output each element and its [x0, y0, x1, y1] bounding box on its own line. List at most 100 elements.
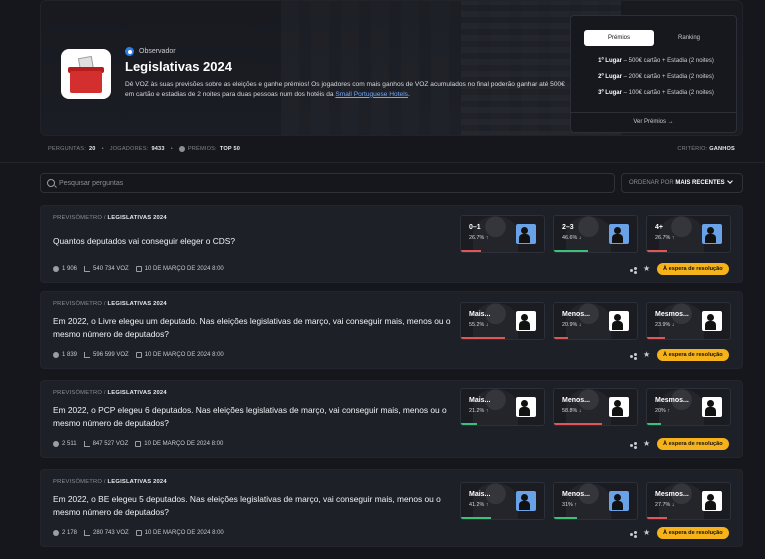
breadcrumb-current[interactable]: LEGISLATIVAS 2024: [108, 479, 167, 485]
trend-bar: [461, 423, 477, 425]
party-icon: [609, 311, 629, 331]
status-badge: À espera de resolução: [657, 527, 729, 539]
prize-row: 1º Lugar – 500€ cartão + Estadia (2 noit…: [598, 58, 714, 64]
voz-amount: 540 734 VOZ: [93, 266, 129, 272]
breadcrumb-current[interactable]: LEGISLATIVAS 2024: [108, 301, 167, 307]
share-icon[interactable]: [630, 353, 637, 360]
user-icon: [53, 441, 59, 447]
breadcrumb-current[interactable]: LEGISLATIVAS 2024: [108, 215, 167, 221]
chart-icon: [84, 530, 91, 536]
prize-row: 2º Lugar – 200€ cartão + Estadia (2 noit…: [598, 74, 714, 80]
question-card[interactable]: PREVISÓMETRO / LEGISLATIVAS 2024 Em 2022…: [40, 291, 743, 369]
answer-option[interactable]: Mais... 21.2% ↑: [460, 388, 545, 426]
option-percent: 26.7% ↑: [469, 235, 489, 241]
question-text[interactable]: Em 2022, o PCP elegeu 6 deputados. Nas e…: [53, 404, 453, 430]
breadcrumb-root[interactable]: PREVISÓMETRO: [53, 390, 102, 396]
page-title: Legislativas 2024: [125, 59, 232, 74]
question-date: 10 DE MARÇO DE 2024 8:00: [144, 530, 224, 536]
answer-option[interactable]: 4+ 26.7% ↑: [646, 215, 731, 253]
answer-option[interactable]: Menos... 20.9% ↓: [553, 302, 638, 340]
voz-amount: 596 599 VOZ: [93, 352, 129, 358]
candidate-photo: [566, 216, 611, 252]
trophy-icon: [178, 146, 185, 152]
candidate-photo: [473, 216, 518, 252]
party-icon: [516, 311, 536, 331]
star-icon[interactable]: ★: [643, 439, 650, 448]
tab-ranking[interactable]: Ranking: [654, 30, 724, 46]
trend-bar: [647, 517, 667, 519]
prizes-count: TOP 50: [219, 146, 241, 152]
trend-bar: [554, 250, 588, 252]
breadcrumb: PREVISÓMETRO / LEGISLATIVAS 2024: [53, 479, 167, 485]
share-icon[interactable]: [630, 531, 637, 538]
answer-option[interactable]: Mais... 41.2% ↑: [460, 482, 545, 520]
players-count: 9433: [151, 146, 165, 152]
calendar-icon: [135, 530, 142, 536]
answer-option[interactable]: Mesmos... 20% ↑: [646, 388, 731, 426]
event-stats: PERGUNTAS: 20 • JOGADORES: 9433 • PRÉMIOS: TO…: [48, 146, 735, 152]
hero-description: Dê VOZ às suas previsões sobre as eleiçõ…: [125, 81, 565, 98]
user-icon: [53, 352, 59, 358]
answer-option[interactable]: Mais... 55.2% ↓: [460, 302, 545, 340]
candidate-photo: [566, 303, 611, 339]
question-card[interactable]: PREVISÓMETRO / LEGISLATIVAS 2024 Em 2022…: [40, 380, 743, 458]
answer-option[interactable]: Mesmos... 23.9% ↓: [646, 302, 731, 340]
party-icon: [702, 224, 722, 244]
option-percent: 27.7% ↓: [655, 502, 675, 508]
share-icon[interactable]: [630, 442, 637, 449]
players-count: 2 511: [62, 441, 77, 447]
question-text[interactable]: Em 2022, o Livre elegeu um deputado. Nas…: [53, 315, 453, 341]
answer-option[interactable]: Mesmos... 27.7% ↓: [646, 482, 731, 520]
trend-bar: [461, 517, 491, 519]
ballot-box-logo: [61, 49, 111, 99]
share-icon[interactable]: [630, 267, 637, 274]
option-label: Mesmos...: [655, 491, 689, 498]
answer-option[interactable]: 0–1 26.7% ↑: [460, 215, 545, 253]
star-icon[interactable]: ★: [643, 528, 650, 537]
see-prizes-link[interactable]: Ver Prémios →: [571, 119, 736, 125]
prize-row: 3º Lugar – 100€ cartão + Estadia (2 noit…: [598, 90, 714, 96]
answer-option[interactable]: 2–3 46.6% ↓: [553, 215, 638, 253]
answer-option[interactable]: Menos... 31% ↑: [553, 482, 638, 520]
option-percent: 46.6% ↓: [562, 235, 582, 241]
option-label: Mesmos...: [655, 311, 689, 318]
candidate-photo: [659, 216, 704, 252]
publisher-icon: [125, 47, 134, 56]
calendar-icon: [135, 441, 142, 447]
questions-count: 20: [88, 146, 96, 152]
breadcrumb-current[interactable]: LEGISLATIVAS 2024: [108, 390, 167, 396]
star-icon[interactable]: ★: [643, 264, 650, 273]
question-text[interactable]: Quantos deputados vai conseguir eleger o…: [53, 235, 453, 248]
answer-option[interactable]: Menos... 58.8% ↓: [553, 388, 638, 426]
sort-dropdown[interactable]: ORDENAR POR MAIS RECENTES: [621, 173, 743, 193]
trend-bar: [554, 423, 602, 425]
publisher[interactable]: Observador: [125, 47, 176, 56]
players-count: 2 178: [62, 530, 78, 536]
page-container: Observador Legislativas 2024 Dê VOZ às s…: [0, 0, 765, 559]
hotels-link[interactable]: Small Portuguese Hotels: [335, 91, 408, 98]
breadcrumb-root[interactable]: PREVISÓMETRO: [53, 301, 102, 307]
breadcrumb-root[interactable]: PREVISÓMETRO: [53, 479, 102, 485]
tab-premios[interactable]: Prémios: [584, 30, 654, 46]
voz-amount: 280 743 VOZ: [93, 530, 129, 536]
status-badge: À espera de resolução: [657, 438, 729, 450]
star-icon[interactable]: ★: [643, 350, 650, 359]
trend-bar: [554, 517, 577, 519]
party-icon: [609, 491, 629, 511]
option-label: Mesmos...: [655, 397, 689, 404]
breadcrumb-root[interactable]: PREVISÓMETRO: [53, 215, 102, 221]
question-text[interactable]: Em 2022, o BE elegeu 5 deputados. Nas el…: [53, 493, 453, 519]
party-icon: [609, 224, 629, 244]
question-date: 10 DE MARÇO DE 2024 8:00: [144, 441, 224, 447]
question-card[interactable]: PREVISÓMETRO / LEGISLATIVAS 2024 Quantos…: [40, 205, 743, 283]
option-percent: 31% ↑: [562, 502, 577, 508]
candidate-photo: [659, 483, 704, 519]
divider: [571, 112, 736, 113]
question-date: 10 DE MARÇO DE 2024 8:00: [144, 266, 224, 272]
calendar-icon: [135, 352, 142, 358]
question-card[interactable]: PREVISÓMETRO / LEGISLATIVAS 2024 Em 2022…: [40, 469, 743, 547]
question-meta: 1 906 540 734 VOZ 10 DE MARÇO DE 2024 8:…: [53, 266, 224, 272]
candidate-photo: [473, 303, 518, 339]
chart-icon: [84, 266, 91, 272]
search-input[interactable]: [59, 174, 599, 192]
